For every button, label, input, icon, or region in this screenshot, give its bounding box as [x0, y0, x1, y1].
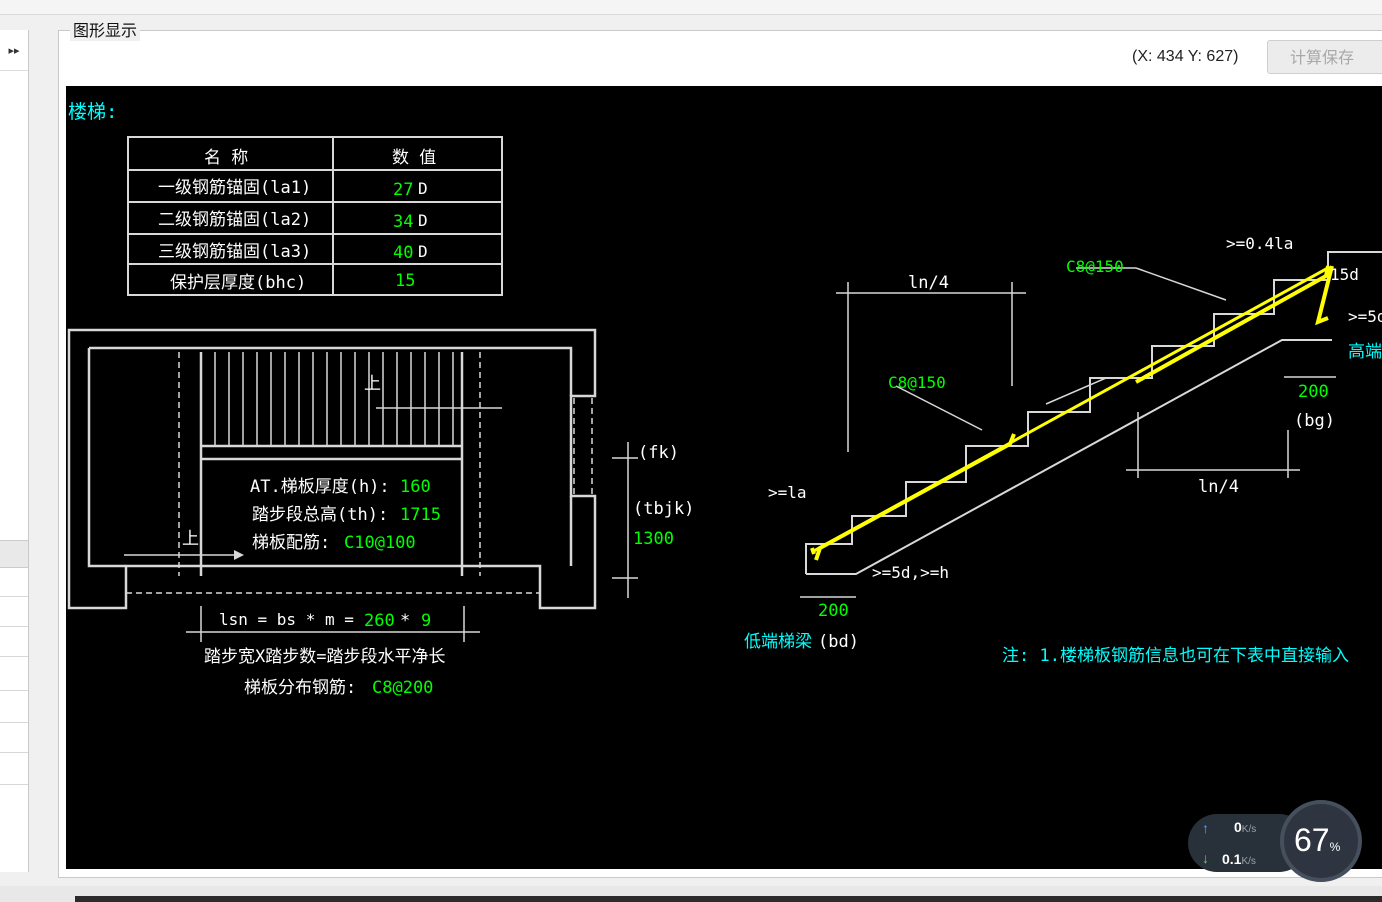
upload-arrow-icon: ↑	[1202, 820, 1209, 836]
left-panel: ▸▸	[0, 30, 29, 872]
dist-rebar-label: 梯板分布钢筋:	[244, 678, 356, 698]
stair-plan-treads	[214, 352, 454, 446]
table-header-value: 数 值	[392, 148, 436, 168]
double-chevron-right-icon: ▸▸	[8, 43, 20, 57]
table-row-label: 三级钢筋锚固(la3)	[158, 242, 311, 262]
table-row-label: 二级钢筋锚固(la2)	[158, 210, 311, 230]
cad-drawing-svg: 楼梯: 名 称 数 值 一级钢筋锚固(la1) 27 D 二级钢筋锚固(la2)…	[67, 101, 1382, 698]
bottom-scroll-strip	[75, 896, 1382, 902]
rebar-mid-label[interactable]: C8@150	[888, 373, 946, 392]
stair-plan	[67, 328, 597, 610]
len-15d-label: 15d	[1330, 265, 1359, 284]
low-beam-label: 低端梯梁	[744, 632, 812, 652]
lsn-m-value[interactable]: 9	[421, 611, 431, 631]
anchor-04la-label: >=0.4la	[1226, 234, 1293, 253]
list-separator	[0, 656, 28, 657]
usage-percent: 67%	[1294, 822, 1341, 858]
tbjk-value[interactable]: 1300	[633, 529, 674, 549]
table-row-unit: D	[418, 211, 428, 230]
lsn-formula-prefix: lsn = bs * m =	[219, 610, 354, 629]
up-arrow-head	[234, 550, 244, 560]
bottom-bar	[0, 886, 1382, 902]
table-row-value[interactable]: 40	[393, 243, 413, 263]
table-row-value[interactable]: 34	[393, 212, 413, 232]
note-text: 注: 1.楼梯板钢筋信息也可在下表中直接输入	[1002, 646, 1349, 666]
top-toolbar-strip	[0, 0, 1382, 15]
cursor-coordinates: (X: 434 Y: 627)	[1132, 48, 1239, 65]
high-beam-label: 高端梯梁	[1348, 342, 1382, 362]
table-row-label: 保护层厚度(bhc)	[170, 273, 306, 293]
list-separator	[0, 626, 28, 627]
list-separator	[0, 722, 28, 723]
table-row-unit: D	[418, 242, 428, 261]
calc-save-button[interactable]: 计算保存	[1267, 40, 1382, 74]
download-rate: 0.1K/s	[1222, 851, 1256, 867]
dim-200-right[interactable]: 200	[1298, 382, 1329, 402]
rebar-main-bottom	[811, 266, 1329, 554]
la-label: >=la	[768, 483, 807, 502]
thickness-value[interactable]: 160	[400, 477, 431, 497]
panel-title: 图形显示	[70, 17, 141, 41]
table-row-value[interactable]: 15	[395, 271, 415, 291]
thickness-label: AT.梯板厚度(h):	[250, 477, 390, 497]
dist-rebar-value[interactable]: C8@200	[372, 678, 433, 698]
up-label-bottom: 上	[182, 529, 199, 549]
download-arrow-icon: ↓	[1202, 850, 1209, 866]
cad-drawing-canvas[interactable]: 楼梯: 名 称 数 值 一级钢筋锚固(la1) 27 D 二级钢筋锚固(la2)…	[66, 86, 1382, 869]
list-separator	[0, 784, 28, 785]
drawing-heading: 楼梯:	[68, 101, 117, 123]
bg-label: (bg)	[1294, 411, 1335, 431]
tbjk-label: (tbjk)	[633, 499, 694, 519]
rebar-top-label[interactable]: C8@150	[1066, 257, 1124, 276]
slab-rebar-value[interactable]: C10@100	[344, 533, 416, 553]
bd-label: (bd)	[818, 632, 859, 652]
table-row-unit: D	[418, 179, 428, 198]
list-separator	[0, 596, 28, 597]
fk-label: (fk)	[638, 443, 679, 463]
ln4-top-label: ln/4	[908, 273, 949, 293]
dim-200-left[interactable]: 200	[818, 601, 849, 621]
total-height-value[interactable]: 1715	[400, 505, 441, 525]
collapse-panel-button[interactable]: ▸▸	[0, 30, 28, 71]
list-separator	[0, 752, 28, 753]
slab-rebar-label: 梯板配筋:	[252, 533, 330, 553]
stair-plan-dashed	[126, 352, 593, 594]
upload-rate: 0K/s	[1234, 819, 1257, 835]
network-speed-widget[interactable]: ↑ 0K/s ↓ 0.1K/s 67%	[1188, 798, 1364, 888]
lsn-multiply: *	[400, 611, 410, 631]
min-5d-h-label: >=5d,>=h	[872, 563, 949, 582]
ln4-bottom-label: ln/4	[1198, 477, 1239, 497]
len-5d-right-label: >=5d	[1348, 307, 1382, 326]
table-row-value[interactable]: 27	[393, 180, 413, 200]
formula-text: 踏步宽X踏步数=踏步段水平净长	[204, 647, 445, 667]
table-row-label: 一级钢筋锚固(la1)	[158, 178, 311, 198]
lsn-bs-value[interactable]: 260	[364, 611, 395, 631]
up-label-top: 上	[364, 374, 381, 394]
stair-slab-soffit	[806, 339, 1332, 575]
table-header-name: 名 称	[204, 148, 248, 168]
list-separator	[0, 690, 28, 691]
left-panel-header-band	[0, 540, 28, 568]
total-height-label: 踏步段总高(th):	[252, 505, 388, 525]
